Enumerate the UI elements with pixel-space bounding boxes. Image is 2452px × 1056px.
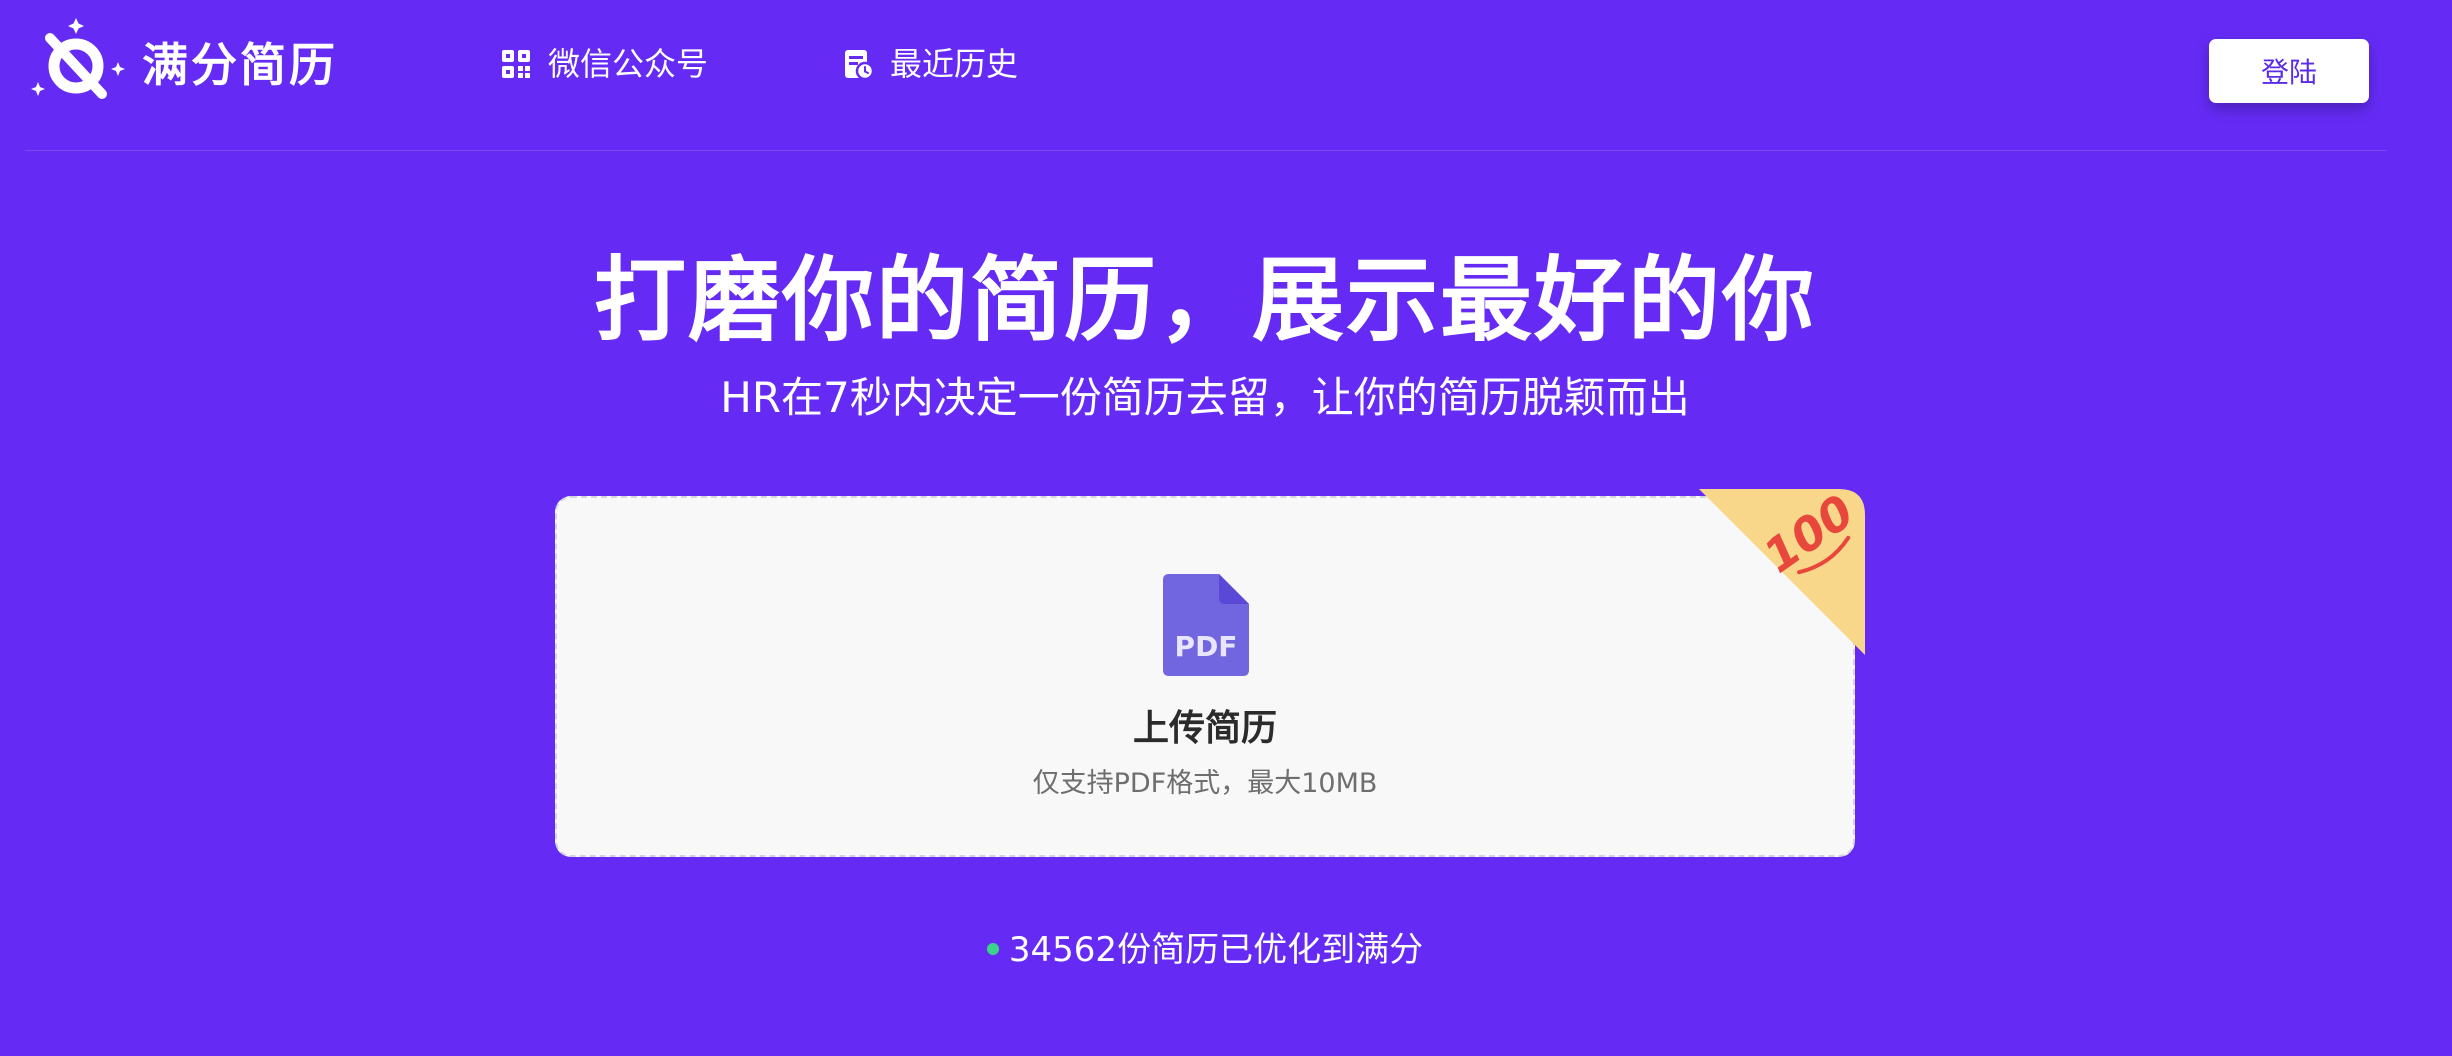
qrcode-icon <box>502 50 530 78</box>
history-document-icon <box>845 50 874 80</box>
pdf-file-icon-label: PDF <box>1175 630 1238 663</box>
status-dot-icon <box>986 942 999 955</box>
nav-wechat-official-account[interactable]: 微信公众号 <box>500 40 708 88</box>
hero-subtitle: HR在7秒内决定一份简历去留，让你的简历脱颖而出 <box>720 373 1690 422</box>
nav-history-label: 最近历史 <box>890 45 1019 83</box>
header-divider <box>25 150 2387 151</box>
pdf-file-icon: PDF <box>1163 574 1249 676</box>
upload-title: 上传简历 <box>1132 708 1277 749</box>
top-header: 满分简历 微信公众号 最近历史 登陆 <box>0 0 2452 150</box>
optimized-resume-count: 34562份简历已优化到满分 <box>0 924 2410 976</box>
nav-recent-history[interactable]: 最近历史 <box>842 40 1018 88</box>
login-button[interactable]: 登陆 <box>2209 39 2369 103</box>
optimized-count-text: 34562份简历已优化到满分 <box>1008 930 1424 970</box>
hero-title: 打磨你的简历，展示最好的你 <box>593 247 1816 354</box>
nav-wechat-label: 微信公众号 <box>548 45 709 83</box>
scissors-sparkle-logo-icon <box>31 18 125 99</box>
upload-format-hint: 仅支持PDF格式，最大10MB <box>1032 768 1378 799</box>
resume-upload-dropzone[interactable]: PDF 上传简历 仅支持PDF格式，最大10MB <box>555 496 1855 857</box>
score-100-corner-badge: 100 <box>1699 489 1865 655</box>
brand-name: 满分简历 <box>142 38 338 92</box>
brand-logo[interactable]: 满分简历 <box>30 16 338 102</box>
